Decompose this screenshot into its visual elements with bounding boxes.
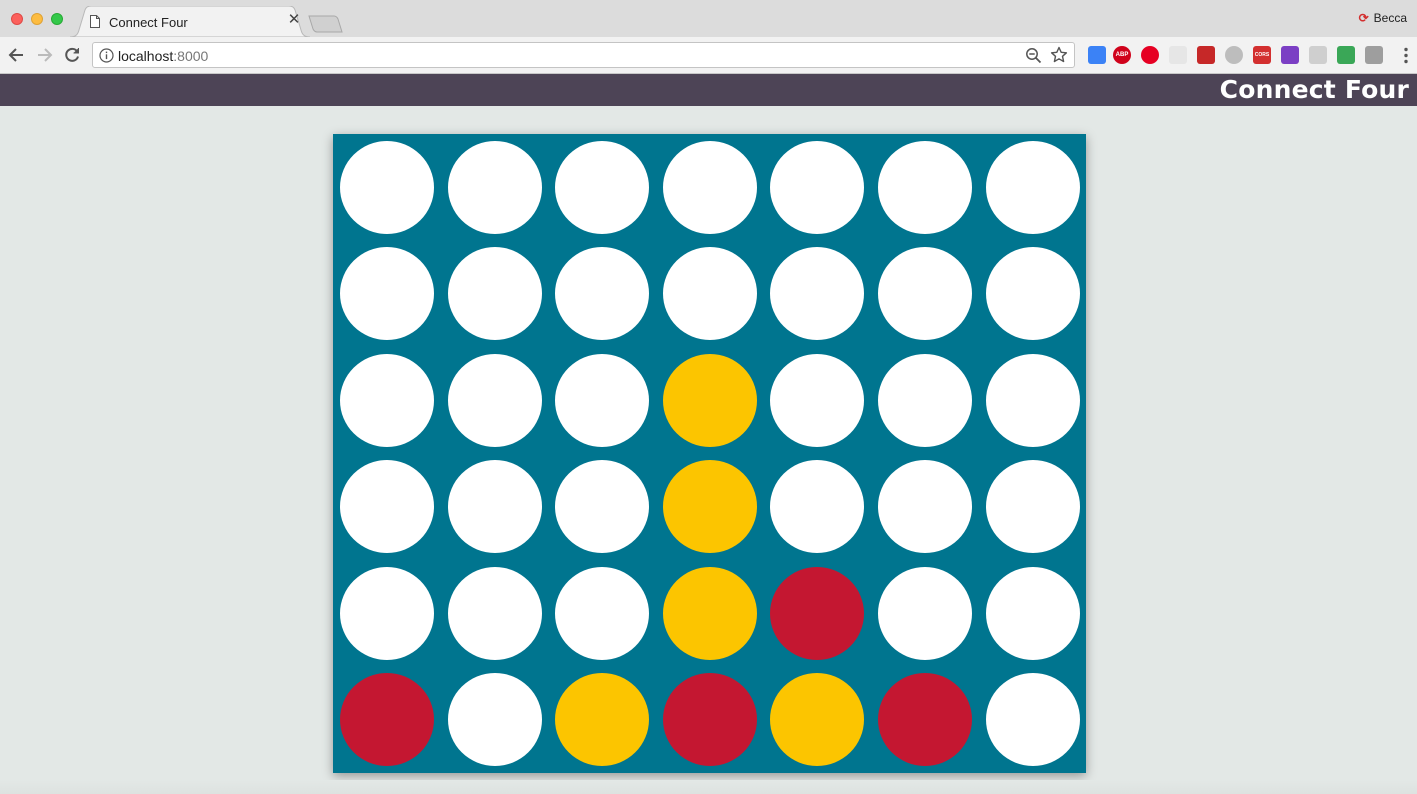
red-puzzle-extension-icon[interactable] bbox=[1197, 46, 1215, 64]
adblock-plus-icon[interactable]: ABP bbox=[1113, 46, 1131, 64]
bookmark-star-icon[interactable] bbox=[1050, 46, 1068, 64]
empty-slot[interactable] bbox=[770, 141, 864, 234]
empty-slot[interactable] bbox=[340, 567, 434, 660]
empty-slot[interactable] bbox=[340, 141, 434, 234]
empty-slot[interactable] bbox=[986, 673, 1080, 766]
yellow-disc[interactable] bbox=[555, 673, 649, 766]
red-disc[interactable] bbox=[340, 673, 434, 766]
browser-toolbar: localhost:8000 ABP CORS bbox=[0, 37, 1417, 74]
window-minimize-button[interactable] bbox=[31, 13, 43, 25]
empty-slot[interactable] bbox=[878, 247, 972, 340]
empty-slot[interactable] bbox=[770, 354, 864, 447]
window-close-button[interactable] bbox=[11, 13, 23, 25]
wave-extension-icon[interactable] bbox=[1365, 46, 1383, 64]
red-disc[interactable] bbox=[663, 673, 757, 766]
new-tab-button[interactable] bbox=[308, 15, 344, 33]
info-icon[interactable] bbox=[99, 48, 114, 63]
empty-slot[interactable] bbox=[878, 354, 972, 447]
url-text[interactable]: localhost:8000 bbox=[118, 48, 208, 64]
empty-slot[interactable] bbox=[448, 354, 542, 447]
red-disc[interactable] bbox=[770, 567, 864, 660]
eyedropper-extension-icon[interactable] bbox=[1088, 46, 1106, 64]
empty-slot[interactable] bbox=[878, 141, 972, 234]
empty-slot[interactable] bbox=[448, 673, 542, 766]
cors-extension-icon[interactable]: CORS bbox=[1253, 46, 1271, 64]
document-icon bbox=[90, 15, 100, 28]
red-disc[interactable] bbox=[878, 673, 972, 766]
empty-slot[interactable] bbox=[986, 567, 1080, 660]
empty-slot[interactable] bbox=[555, 567, 649, 660]
empty-slot[interactable] bbox=[663, 141, 757, 234]
empty-slot[interactable] bbox=[340, 460, 434, 553]
empty-slot[interactable] bbox=[555, 460, 649, 553]
empty-slot[interactable] bbox=[555, 247, 649, 340]
empty-slot[interactable] bbox=[448, 460, 542, 553]
empty-slot[interactable] bbox=[770, 460, 864, 553]
url-port: :8000 bbox=[173, 48, 209, 64]
grey-toggle-extension-icon[interactable] bbox=[1309, 46, 1327, 64]
game-board[interactable] bbox=[333, 134, 1086, 773]
zoom-out-icon[interactable] bbox=[1025, 47, 1042, 64]
back-arrow-icon[interactable] bbox=[7, 45, 27, 65]
yellow-disc[interactable] bbox=[663, 354, 757, 447]
empty-slot[interactable] bbox=[448, 247, 542, 340]
pinterest-icon[interactable] bbox=[1141, 46, 1159, 64]
empty-slot[interactable] bbox=[878, 460, 972, 553]
blank-extension-icon[interactable] bbox=[1169, 46, 1187, 64]
profile-avatar-icon: ⟳ bbox=[1358, 11, 1369, 25]
browser-tab-active[interactable]: Connect Four ✕ bbox=[70, 6, 310, 37]
empty-slot[interactable] bbox=[878, 567, 972, 660]
empty-slot[interactable] bbox=[663, 247, 757, 340]
tab-title: Connect Four bbox=[109, 15, 188, 30]
empty-slot[interactable] bbox=[555, 141, 649, 234]
grey-face-extension-icon[interactable] bbox=[1225, 46, 1243, 64]
app-header: Connect Four bbox=[0, 74, 1417, 106]
tab-shape bbox=[70, 6, 310, 37]
profile-name: Becca bbox=[1373, 11, 1407, 25]
profile-button[interactable]: ⟳ Becca bbox=[1359, 11, 1407, 25]
yellow-disc[interactable] bbox=[663, 567, 757, 660]
url-host: localhost bbox=[118, 48, 174, 64]
empty-slot[interactable] bbox=[555, 354, 649, 447]
yellow-disc[interactable] bbox=[770, 673, 864, 766]
purple-check-extension-icon[interactable] bbox=[1281, 46, 1299, 64]
address-bar[interactable]: localhost:8000 bbox=[92, 42, 1075, 68]
empty-slot[interactable] bbox=[448, 567, 542, 660]
empty-slot[interactable] bbox=[986, 460, 1080, 553]
empty-slot[interactable] bbox=[986, 354, 1080, 447]
reload-icon[interactable] bbox=[62, 45, 82, 65]
empty-slot[interactable] bbox=[986, 247, 1080, 340]
forward-arrow-icon[interactable] bbox=[34, 45, 54, 65]
window-maximize-button[interactable] bbox=[51, 13, 63, 25]
empty-slot[interactable] bbox=[986, 141, 1080, 234]
browser-tab-bar: Connect Four ✕ ⟳ Becca bbox=[0, 0, 1417, 37]
empty-slot[interactable] bbox=[770, 247, 864, 340]
yellow-disc[interactable] bbox=[663, 460, 757, 553]
empty-slot[interactable] bbox=[340, 354, 434, 447]
empty-slot[interactable] bbox=[448, 141, 542, 234]
empty-slot[interactable] bbox=[340, 247, 434, 340]
page-title: Connect Four bbox=[1219, 75, 1409, 104]
rainbow-extension-icon[interactable] bbox=[1337, 46, 1355, 64]
tab-close-icon[interactable]: ✕ bbox=[286, 12, 302, 28]
chrome-menu-icon[interactable] bbox=[1403, 47, 1409, 64]
page-bottom-edge bbox=[0, 780, 1417, 794]
